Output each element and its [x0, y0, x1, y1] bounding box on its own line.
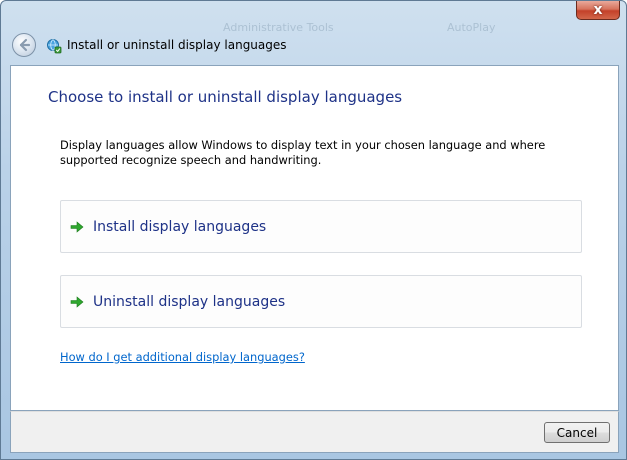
nav-title: Install or uninstall display languages — [67, 38, 287, 52]
uninstall-display-languages-option[interactable]: Uninstall display languages — [60, 275, 582, 328]
green-arrow-icon — [70, 220, 84, 233]
back-button[interactable] — [12, 33, 36, 57]
help-link[interactable]: How do I get additional display language… — [60, 350, 305, 364]
install-display-languages-label: Install display languages — [93, 218, 267, 235]
uninstall-display-languages-label: Uninstall display languages — [93, 293, 286, 310]
navigation-bar: Install or uninstall display languages — [1, 29, 626, 63]
install-display-languages-option[interactable]: Install display languages — [60, 200, 582, 253]
back-arrow-icon — [19, 38, 31, 52]
cancel-button[interactable]: Cancel — [544, 422, 610, 443]
title-bar[interactable]: Administrative Tools AutoPlay x — [1, 1, 626, 34]
language-settings-icon — [47, 39, 62, 54]
close-icon: x — [593, 2, 603, 18]
content-panel: Choose to install or uninstall display l… — [10, 65, 619, 411]
green-arrow-icon — [70, 295, 84, 308]
dialog-window: Administrative Tools AutoPlay x Install … — [0, 0, 627, 460]
description-text: Display languages allow Windows to displ… — [60, 138, 546, 167]
button-footer: Cancel — [10, 411, 619, 453]
close-button[interactable]: x — [576, 1, 620, 20]
page-title: Choose to install or uninstall display l… — [48, 88, 403, 106]
